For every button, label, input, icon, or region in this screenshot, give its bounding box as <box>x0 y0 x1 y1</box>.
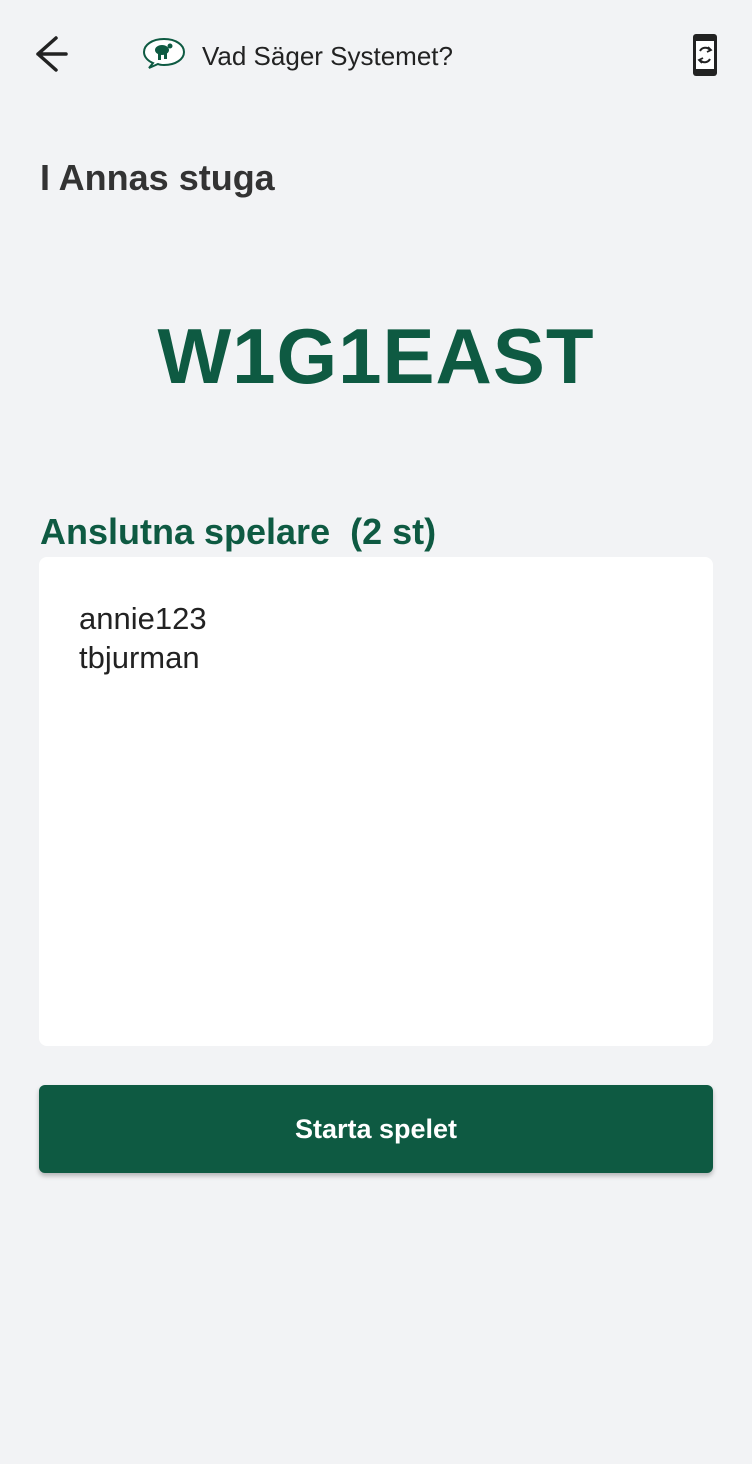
top-app-bar: Vad Säger Systemet? <box>0 0 752 110</box>
game-code: W1G1EAST <box>157 312 595 400</box>
players-list: annie123 tbjurman <box>39 557 713 677</box>
start-game-button[interactable]: Starta spelet <box>39 1085 713 1173</box>
app-logo-icon <box>140 36 188 70</box>
arrow-left-icon <box>36 36 68 72</box>
players-list-card: annie123 tbjurman <box>39 557 713 1046</box>
connected-players-heading: Anslutna spelare (2 st) <box>40 511 437 552</box>
player-item: tbjurman <box>79 640 200 675</box>
phone-rotate-icon <box>693 34 717 76</box>
back-button[interactable] <box>30 34 76 74</box>
room-name: I Annas stuga <box>40 157 275 198</box>
player-item: annie123 <box>79 601 207 636</box>
rotate-device-button[interactable] <box>690 32 720 78</box>
app-title: Vad Säger Systemet? <box>202 41 453 71</box>
